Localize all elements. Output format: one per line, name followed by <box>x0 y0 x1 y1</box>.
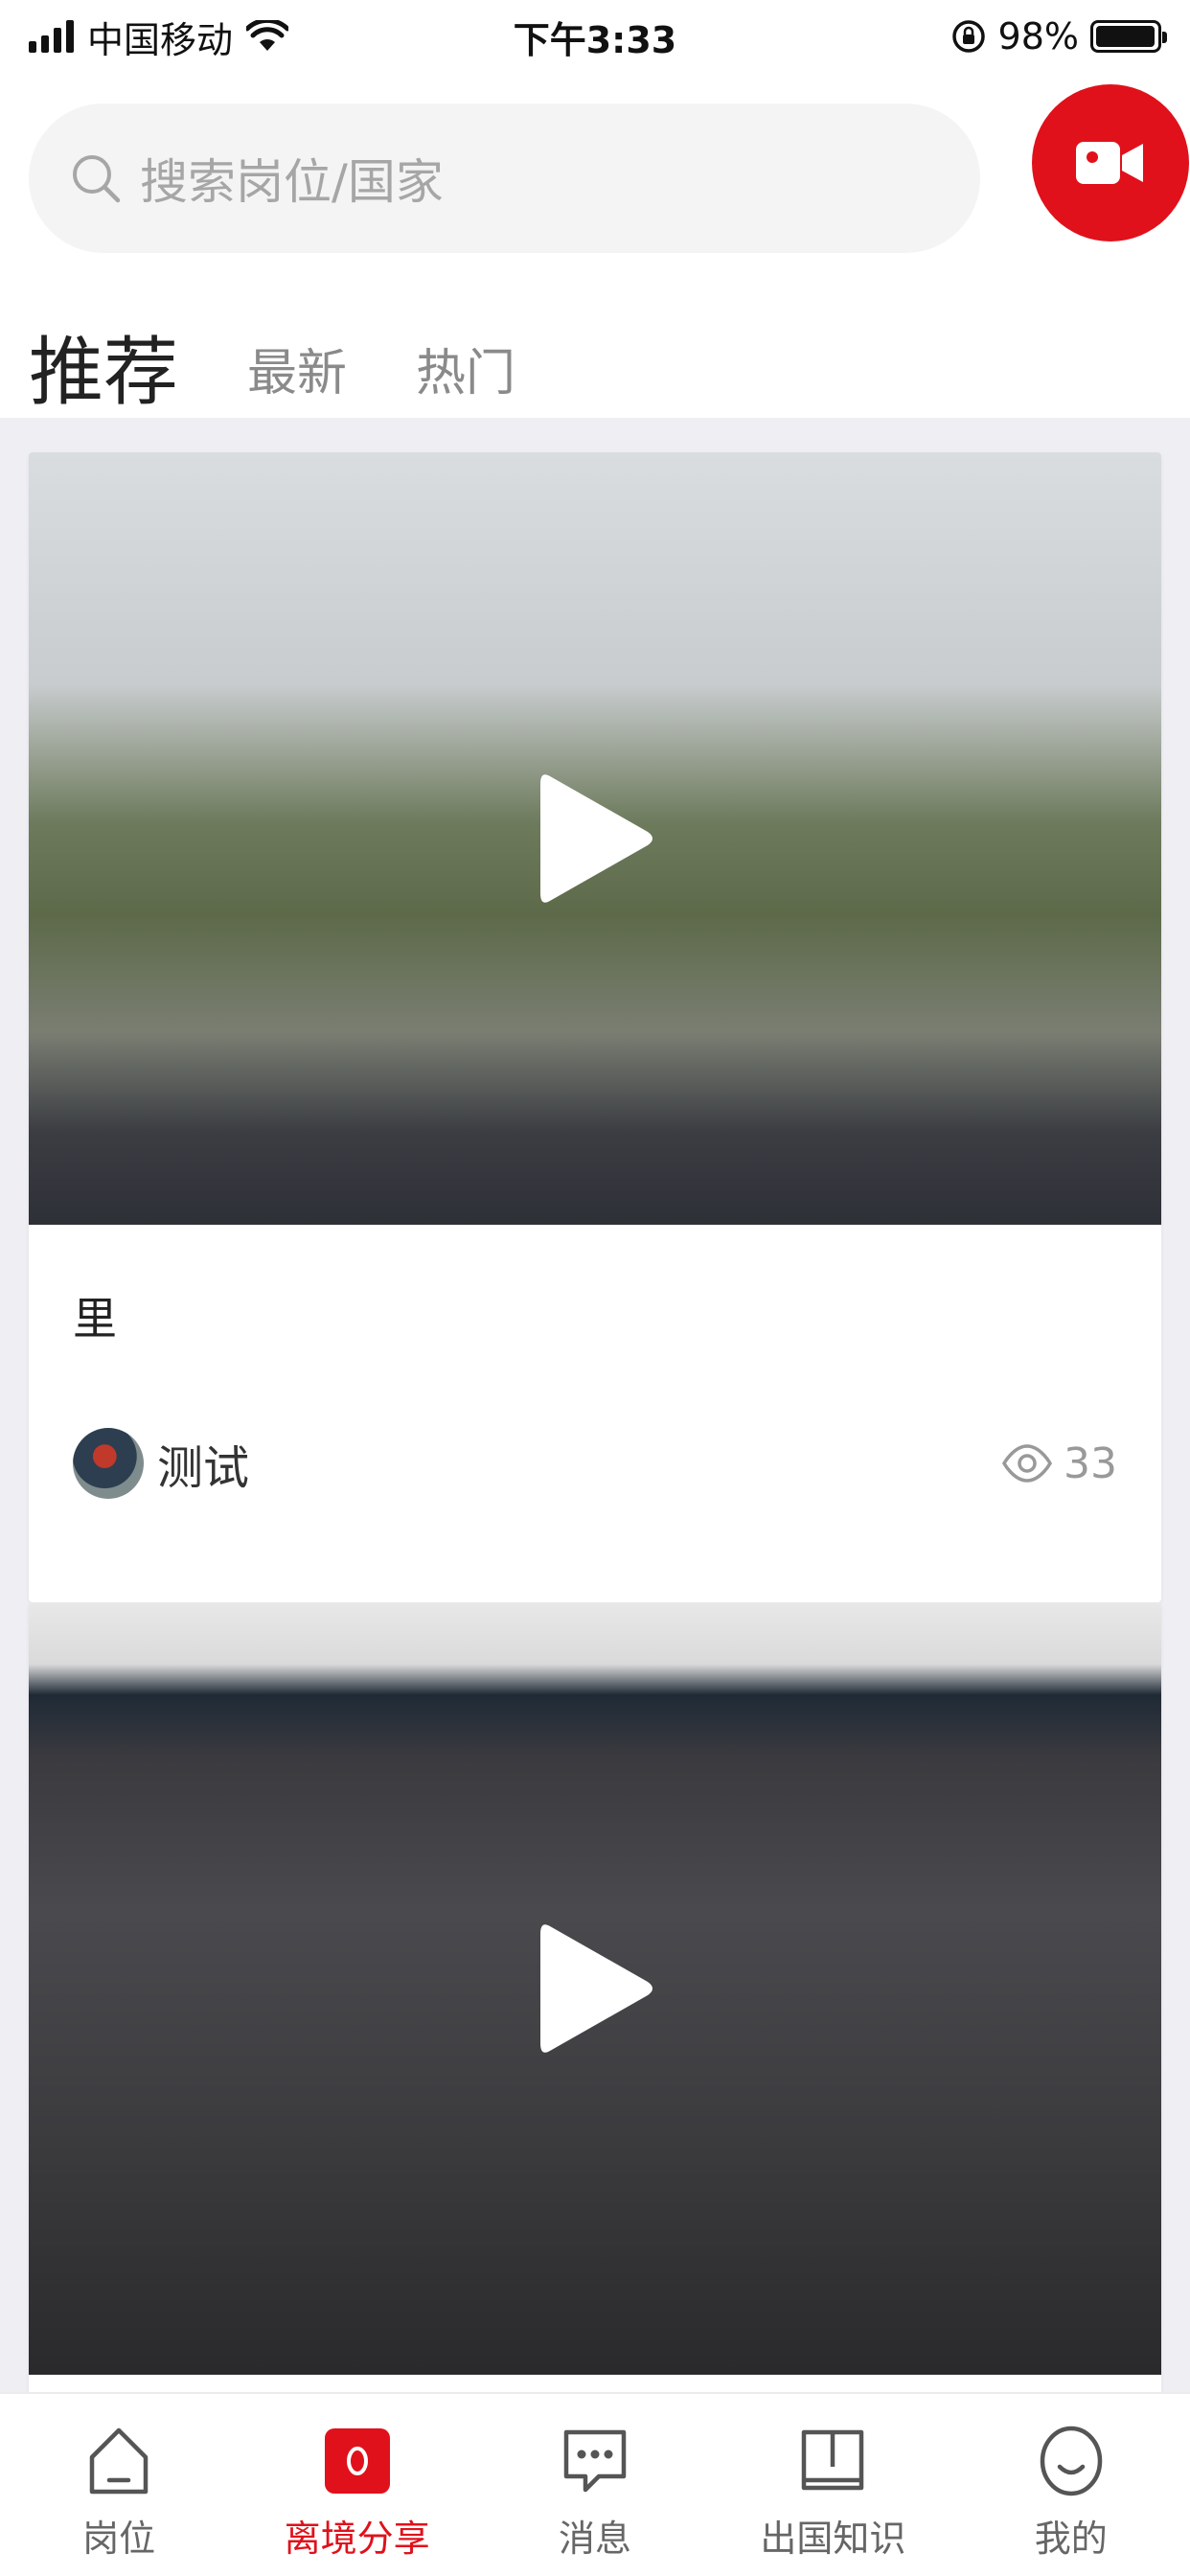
record-video-button[interactable] <box>1032 84 1189 242</box>
tabbar-label: 岗位 <box>82 2518 156 2560</box>
search-header: 搜索岗位/国家 <box>0 84 1190 259</box>
view-count-value: 33 <box>1064 1438 1117 1488</box>
video-thumbnail[interactable] <box>29 1602 1161 2375</box>
search-input[interactable]: 搜索岗位/国家 <box>29 104 980 253</box>
view-count: 33 <box>1000 1439 1117 1488</box>
tabbar-label: 消息 <box>558 2518 631 2560</box>
tabbar-item-knowledge[interactable]: 出国知识 <box>718 2423 948 2562</box>
share-icon <box>324 2428 390 2494</box>
search-icon <box>73 155 121 203</box>
author-name: 测试 <box>157 1441 250 1495</box>
post-card[interactable]: 里 测试 33 <box>29 452 1161 1602</box>
video-camera-icon <box>1076 142 1143 184</box>
tabbar-item-profile[interactable]: 我的 <box>956 2423 1186 2562</box>
bottom-tab-bar: 岗位 离境分享 消息 出国知识 我的 <box>0 2392 1190 2576</box>
battery-percent: 98% <box>997 15 1079 58</box>
carrier-label: 中国移动 <box>87 18 234 61</box>
post-meta: 测试 33 <box>73 1428 1117 1499</box>
play-icon[interactable] <box>533 767 657 910</box>
home-icon <box>89 2427 149 2495</box>
tabbar-item-messages[interactable]: 消息 <box>480 2423 710 2562</box>
tab-hot[interactable]: 热门 <box>416 349 515 410</box>
status-right: 98% <box>950 15 1167 58</box>
rotation-lock-icon <box>951 20 985 53</box>
tab-recommended[interactable]: 推荐 <box>29 335 178 410</box>
avatar <box>73 1428 144 1499</box>
book-icon <box>802 2429 864 2491</box>
post-card[interactable] <box>29 1602 1161 2392</box>
video-thumbnail[interactable] <box>29 452 1161 1225</box>
tab-latest[interactable]: 最新 <box>247 349 347 410</box>
signal-icon <box>29 20 74 53</box>
feed-list: 里 测试 33 <box>0 418 1190 2392</box>
search-placeholder: 搜索岗位/国家 <box>140 154 444 210</box>
post-author[interactable]: 测试 <box>73 1428 249 1499</box>
status-bar: 中国移动 下午3:33 98% <box>0 0 1190 73</box>
message-icon <box>563 2429 627 2493</box>
feed-tabs: 推荐 最新 热门 <box>29 305 515 410</box>
tabbar-label: 出国知识 <box>760 2518 906 2560</box>
eye-icon <box>1001 1444 1053 1483</box>
status-left: 中国移动 <box>29 11 289 63</box>
play-icon[interactable] <box>533 1917 657 2060</box>
wifi-icon <box>246 20 289 51</box>
tabbar-item-share[interactable]: 离境分享 <box>242 2423 472 2562</box>
battery-icon <box>1090 20 1167 53</box>
tabbar-label: 我的 <box>1034 2518 1108 2560</box>
tabbar-label: 离境分享 <box>284 2518 430 2560</box>
post-title: 里 <box>73 1293 117 1345</box>
tabbar-item-jobs[interactable]: 岗位 <box>4 2423 234 2562</box>
post-body: 里 测试 33 <box>29 1225 1161 1499</box>
profile-icon <box>1040 2426 1102 2496</box>
